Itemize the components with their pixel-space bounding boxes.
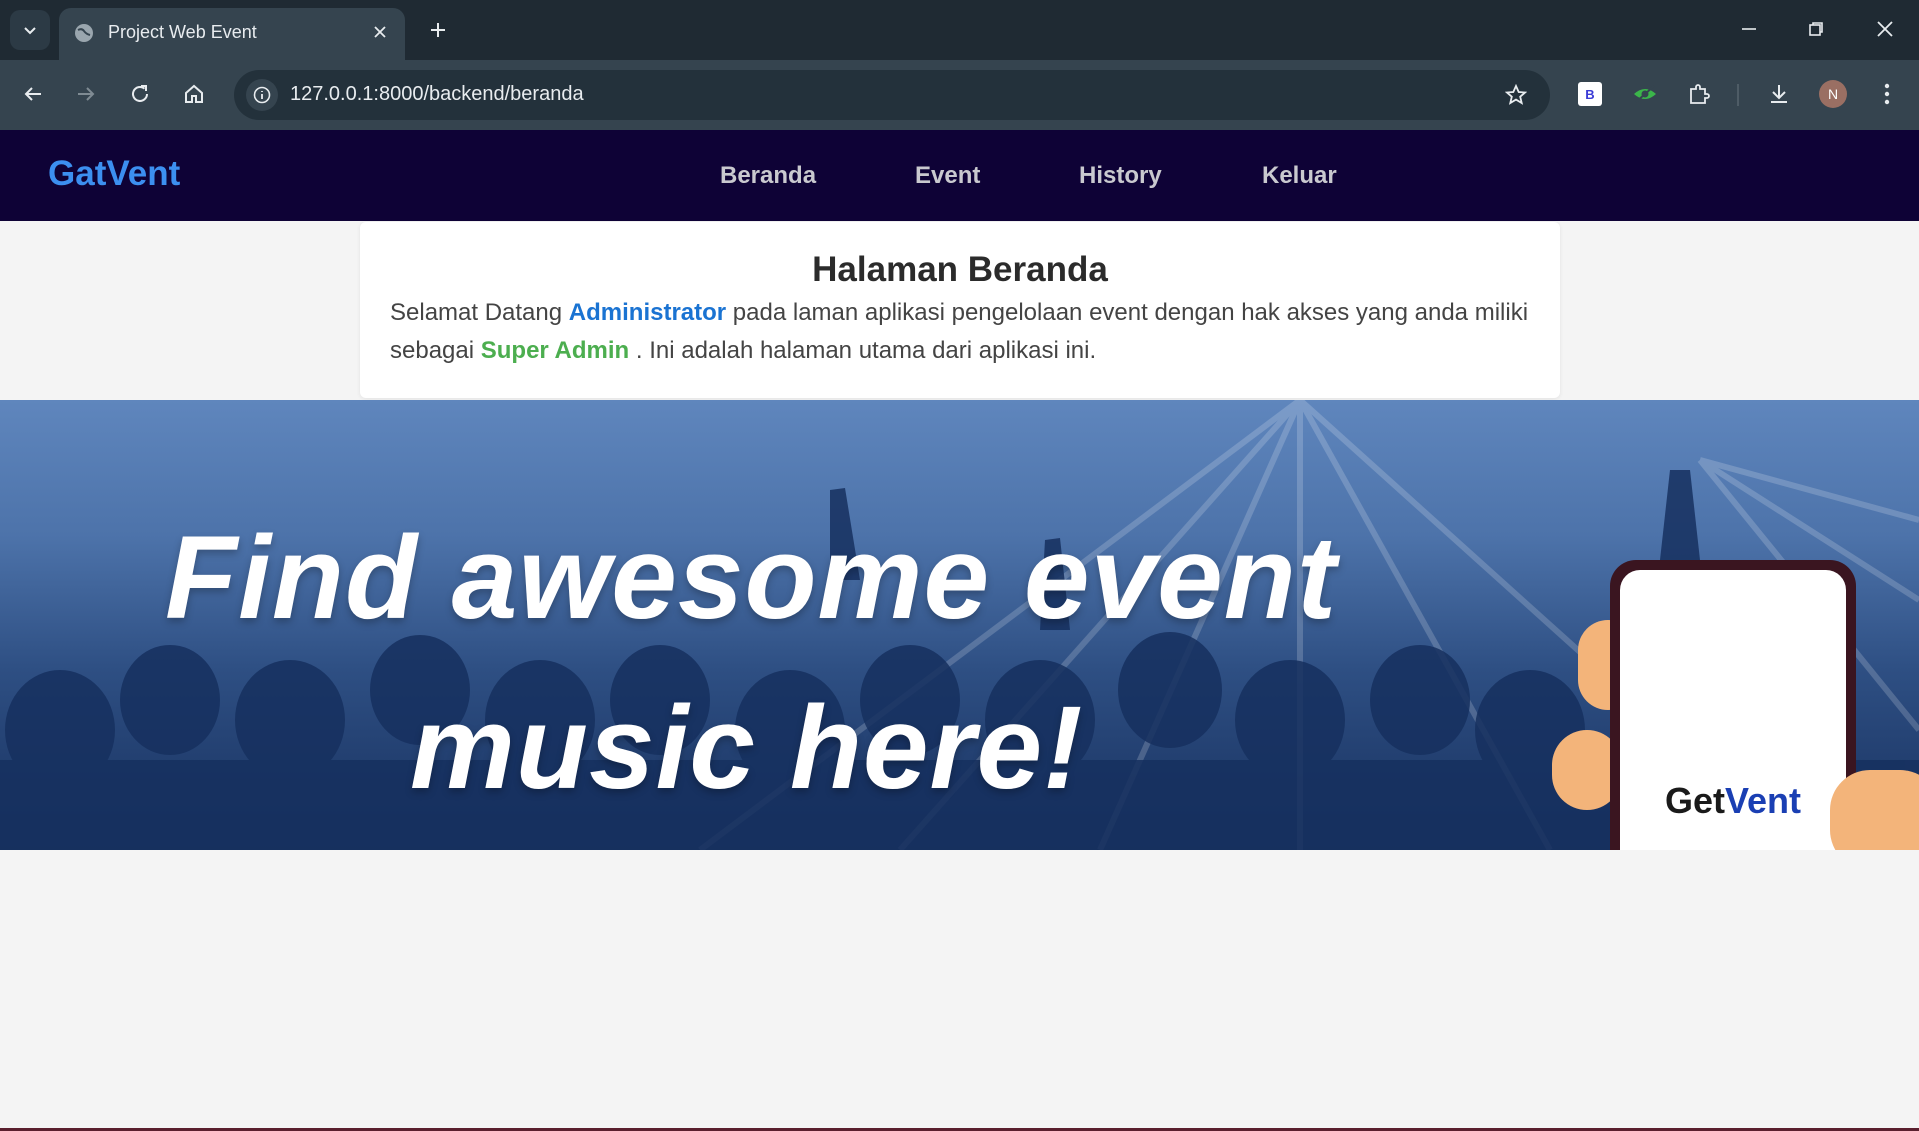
info-icon [253,86,271,104]
minimize-icon [1742,28,1756,30]
nav-item-keluar[interactable]: Keluar [1262,162,1337,190]
chevron-down-icon [24,27,36,35]
restore-button[interactable] [1793,8,1839,50]
page-title: Halaman Beranda [812,250,1108,289]
browser-tab-bar: Project Web Event [0,0,1919,60]
brand-logo[interactable]: GatVent [48,154,180,194]
extension-eye-button[interactable] [1625,74,1665,114]
hero-banner: Find awesome event music here! GetVent [0,400,1919,850]
browser-tab[interactable]: Project Web Event [59,8,405,60]
welcome-text: Selamat Datang Administrator pada laman … [390,294,1540,370]
phone-logo: GetVent [1620,780,1846,822]
plus-icon [431,23,445,37]
browser-menu-button[interactable] [1867,74,1907,114]
nav-item-beranda[interactable]: Beranda [720,162,816,190]
tab-close-button[interactable] [367,19,393,45]
globe-icon [75,24,93,42]
site-navbar: GatVent Beranda Event History Keluar [0,130,1919,221]
more-vertical-icon [1884,83,1890,105]
banner-headline-line-2: music here! [410,682,1084,814]
phone-screen: GetVent [1620,570,1846,850]
user-name: Administrator [568,299,727,326]
download-icon [1771,85,1787,103]
star-icon [1505,84,1527,105]
nav-item-event[interactable]: Event [915,162,980,190]
close-icon [1877,21,1893,37]
welcome-text-part-3: . Ini adalah halaman utama dari aplikasi… [629,337,1097,364]
banner-headline-line-1: Find awesome event [165,512,1338,644]
page-content: GatVent Beranda Event History Keluar Hal… [0,130,1919,1131]
welcome-card: Halaman Beranda Selamat Datang Administr… [360,222,1560,398]
nav-item-history[interactable]: History [1079,162,1162,190]
extension-b-button[interactable]: B [1570,74,1610,114]
close-icon [374,26,386,38]
url-text[interactable]: 127.0.0.1:8000/backend/beranda [290,83,584,106]
reload-icon [132,85,148,102]
address-bar[interactable]: 127.0.0.1:8000/backend/beranda [234,70,1550,120]
downloads-button[interactable] [1759,74,1799,114]
extensions-button[interactable] [1679,74,1719,114]
site-info-button[interactable] [246,79,278,111]
profile-button[interactable]: N [1813,74,1853,114]
avatar: N [1819,80,1847,108]
toolbar-divider [1737,84,1739,106]
eye-slash-icon [1634,85,1656,103]
phone-logo-get: Get [1664,780,1725,821]
user-role: Super Admin [480,337,630,364]
hand-palm-image [1830,770,1919,850]
arrow-right-icon [78,87,95,101]
new-tab-button[interactable] [422,14,454,46]
home-button[interactable] [174,74,214,114]
tab-title: Project Web Event [108,22,257,42]
close-window-button[interactable] [1862,8,1908,50]
minimize-button[interactable] [1726,8,1772,50]
back-button[interactable] [13,74,53,114]
browser-toolbar: 127.0.0.1:8000/backend/beranda B N [0,60,1919,130]
tab-search-button[interactable] [10,10,50,50]
phone-image: GetVent [1610,560,1856,850]
puzzle-icon [1690,84,1710,104]
restore-icon [1809,22,1823,36]
arrow-left-icon [24,87,41,101]
reload-button[interactable] [120,74,160,114]
extension-b-icon: B [1578,82,1602,106]
forward-button[interactable] [66,74,106,114]
home-icon [185,84,203,103]
phone-logo-vent: Vent [1724,780,1802,821]
welcome-text-part-1: Selamat Datang [390,299,569,326]
bookmark-button[interactable] [1502,81,1530,109]
